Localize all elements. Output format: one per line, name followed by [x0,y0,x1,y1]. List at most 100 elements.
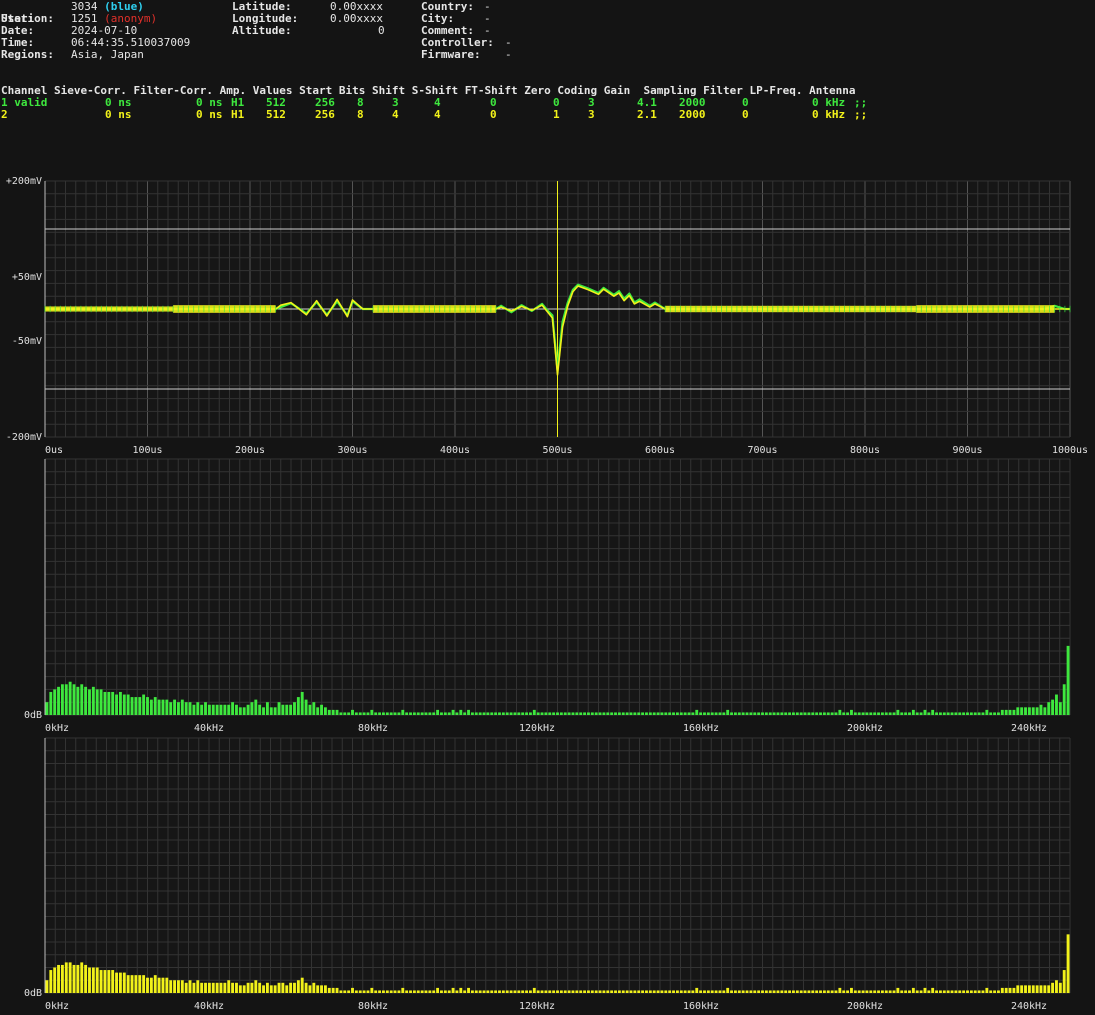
spectrum-channel2-bar [505,990,509,993]
spectrum-channel1-bar [428,712,432,715]
spectrum-channel2-bar [1012,987,1016,993]
spectrum-channel2-bar [749,990,753,993]
spectrum-channel2-bar [915,990,919,993]
spectrum-channel2-bar [981,990,985,993]
spectrum-channel2-bar [842,990,846,993]
spectrum-channel2-bar [830,990,834,993]
spectrum-channel2-bar [130,975,134,993]
spectrum-channel2-bar [180,980,184,993]
spectrum-channel1-bar [215,704,219,715]
spectrum-channel2-bar [629,990,633,993]
spectrum-channel2-bar [111,970,115,993]
spectrum-channel1-bar [180,699,184,715]
spectrum-channel1-bar [250,702,254,715]
spectrum-channel2-x-tick-label: 200kHz [847,1001,883,1012]
spectrum-channel1-bar [710,712,714,715]
spectrum-channel1-bar [946,712,950,715]
spectrum-channel2-bar [1062,970,1066,993]
spectrum-channel1-bar [873,712,877,715]
spectrum-channel2-bar [517,990,521,993]
spectrum-channel2-bar [1066,934,1070,993]
spectrum-channel1-bar [795,712,799,715]
spectrum-channel1-bar [486,712,490,715]
spectrum-channel2-bar [358,990,362,993]
spectrum-channel1-x-tick-label: 80kHz [358,723,388,734]
spectrum-channel1-bar [242,707,246,715]
waveform-x-tick-label: 300us [337,445,367,456]
spectrum-channel1-x-tick-label: 0kHz [45,723,69,734]
spectrum-channel1-bar [513,712,517,715]
spectrum-channel1-bar [904,712,908,715]
spectrum-channel1-bar [293,702,296,715]
spectrum-channel2-bar [772,990,776,993]
spectrum-channel2-bar [850,987,853,993]
spectrum-channel2-bar [1055,980,1058,993]
spectrum-channel2-bar [1008,987,1012,993]
spectrum-channel2-bar [347,990,351,993]
spectrum-channel1-bar [161,699,165,715]
spectrum-channel2-bar [68,962,72,993]
spectrum-channel1-bar [637,712,641,715]
spectrum-channel2-bar [393,990,397,993]
spectrum-channel1-bar [838,709,842,715]
spectrum-channel1-bar [443,712,447,715]
spectrum-channel2-bar [571,990,575,993]
spectrum-channel1-bar [57,686,60,715]
spectrum-channel1-bar [146,697,149,715]
spectrum-channel2-bar [362,990,366,993]
spectrum-channel2-bar [80,962,84,993]
spectrum-channel2-bar [861,990,865,993]
waveform-x-tick-label: 800us [850,445,880,456]
spectrum-channel1-bar [470,712,474,715]
spectrum-channel2-bar [966,990,969,993]
spectrum-channel2-bar [262,985,265,993]
spectrum-channel2-bar [687,990,691,993]
spectrum-channel1-bar [1008,709,1012,715]
spectrum-channel1-bar [645,712,648,715]
spectrum-channel2-bar [853,990,857,993]
spectrum-channel1-bar [177,702,180,715]
spectrum-channel2-bar [525,990,528,993]
spectrum-channel1-bar [420,712,424,715]
spectrum-channel2-bar [246,982,250,993]
spectrum-channel2-x-tick-label: 120kHz [519,1001,555,1012]
spectrum-channel1-bar [625,712,629,715]
spectrum-channel1-bar [768,712,772,715]
spectrum-channel1-bar [784,712,788,715]
spectrum-channel1-bar [745,712,749,715]
spectrum-channel2-bar [710,990,714,993]
spectrum-channel1-bar [478,712,482,715]
spectrum-channel1-bar [358,712,362,715]
spectrum-channel1-bar [587,712,590,715]
spectrum-channel2-bar [405,990,409,993]
spectrum-channel2-bar [474,990,478,993]
spectrum-channel2-bar [1047,985,1051,993]
spectrum-channel2-x-tick-label: 240kHz [1011,1001,1047,1012]
spectrum-channel1-bar [691,712,695,715]
spectrum-channel1-bar [954,712,958,715]
spectrum-channel1-bar [370,709,374,715]
spectrum-channel1-bar [1024,707,1027,715]
spectrum-channel1-bar [424,712,428,715]
spectrum-channel1-bar [196,702,200,715]
spectrum-channel2-bar [1031,985,1035,993]
spectrum-channel2-bar [420,990,424,993]
spectrum-channel2-bar [683,990,687,993]
spectrum-channel1-bar [382,712,385,715]
spectrum-channel1-bar [95,689,99,715]
spectrum-channel2-bar [316,985,320,993]
spectrum-channel2-bar [53,967,57,993]
spectrum-channel2-bar [908,990,911,993]
spectrum-channel1-bar [409,712,412,715]
spectrum-channel2-x-tick-label: 80kHz [358,1001,388,1012]
spectrum-channel1-bar [807,712,811,715]
spectrum-channel2-bar [722,990,726,993]
spectrum-channel2-bar [142,975,146,993]
spectrum-channel1-bar [861,712,865,715]
spectrum-channel2-bar [973,990,977,993]
spectrum-channel1-bar [633,712,637,715]
spectrum-channel1-bar [525,712,528,715]
spectrum-channel2-bar [72,964,76,993]
spectrum-channel2-bar [857,990,861,993]
spectrum-channel2-bar [161,977,165,993]
